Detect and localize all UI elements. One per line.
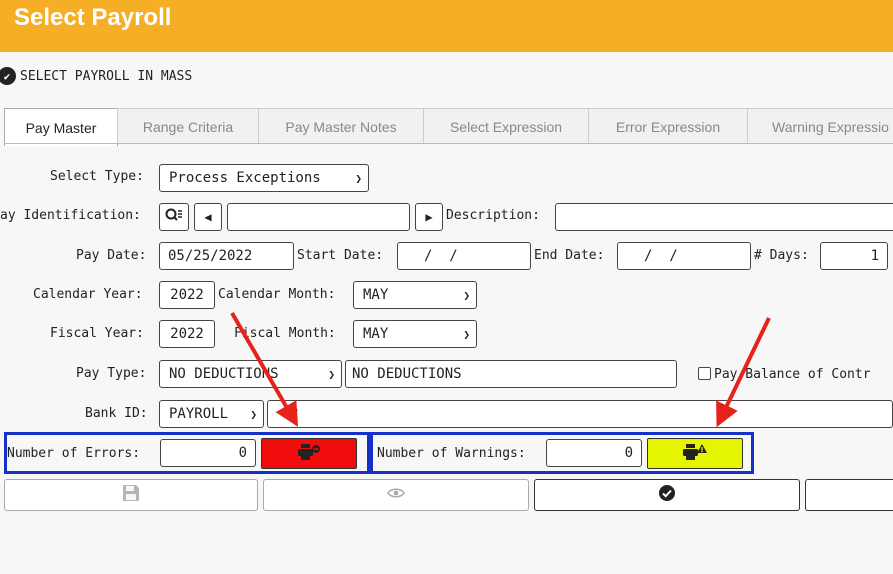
tab-range-criteria[interactable]: Range Criteria [117,108,259,144]
select-payroll-in-mass-label: SELECT PAYROLL IN MASS [20,68,193,84]
description-label: Description: [446,208,540,223]
tab-bar: Pay Master Range Criteria Pay Master Not… [4,108,893,146]
number-of-warnings-label: Number of Warnings: [377,446,526,461]
days-label: # Days: [754,248,809,263]
select-type-label: Select Type: [50,169,144,184]
pay-balance-label: Pay Balance of Contr [714,367,871,382]
window-title: Select Payroll [14,4,172,31]
fiscal-month-dropdown[interactable]: MAY ❯ [353,320,477,348]
days-input[interactable]: 1 [820,242,888,270]
fiscal-month-label: Fiscal Month: [234,326,336,341]
calendar-month-dropdown[interactable]: MAY ❯ [353,281,477,309]
end-date-label: End Date: [534,248,605,263]
chevron-down-icon: ❯ [463,327,470,341]
bank-id-dropdown[interactable]: PAYROLL ❯ [159,400,264,428]
save-button[interactable] [4,479,258,511]
print-errors-button[interactable] [261,438,357,469]
pay-balance-checkbox[interactable] [698,367,711,380]
lookup-search-button[interactable] [159,203,189,231]
fiscal-year-input[interactable]: 2022 [159,320,215,348]
previous-button[interactable]: ◀ [194,203,222,231]
calendar-month-value: MAY [363,287,389,303]
view-button[interactable] [263,479,529,511]
select-type-value: Process Exceptions [169,170,321,186]
calendar-year-label: Calendar Year: [33,287,143,302]
print-warnings-button[interactable] [647,438,743,469]
tab-error-expression[interactable]: Error Expression [588,108,748,144]
chevron-down-icon: ❯ [250,407,257,421]
save-icon [122,484,140,506]
tab-pay-master-notes[interactable]: Pay Master Notes [258,108,424,144]
select-payroll-in-mass-button[interactable]: ✔ SELECT PAYROLL IN MASS [0,62,192,90]
calendar-month-label: Calendar Month: [218,287,336,302]
check-circle-icon: ✔ [0,67,16,85]
eye-icon [387,487,405,503]
accept-button[interactable] [534,479,800,511]
start-date-label: Start Date: [297,248,384,263]
pay-type-description-input[interactable]: NO DEDUCTIONS [345,360,677,388]
pay-date-input[interactable]: 05/25/2022 [159,242,294,270]
pay-date-label: Pay Date: [76,248,147,263]
calendar-year-input[interactable]: 2022 [159,281,215,309]
end-date-input[interactable]: / / [617,242,751,270]
tab-pay-master[interactable]: Pay Master [4,108,118,146]
start-date-input[interactable]: / / [397,242,531,270]
number-of-errors-label: Number of Errors: [7,446,141,461]
print-warning-icon [682,443,708,465]
fiscal-year-label: Fiscal Year: [50,326,144,341]
description-input[interactable] [555,203,893,231]
chevron-down-icon: ❯ [355,171,362,185]
pay-type-dropdown[interactable]: NO DEDUCTIONS ❯ [159,360,342,388]
pay-type-label: Pay Type: [76,366,147,381]
more-button[interactable] [805,479,893,511]
caret-right-icon: ▶ [425,210,433,224]
title-bar: Select Payroll [0,0,893,52]
select-type-dropdown[interactable]: Process Exceptions ❯ [159,164,369,192]
chevron-down-icon: ❯ [463,288,470,302]
bank-description-input[interactable]: 92 [267,400,893,428]
print-error-icon [297,443,321,465]
bank-id-label: Bank ID: [85,406,148,421]
pay-type-value: NO DEDUCTIONS [169,366,279,382]
next-button[interactable]: ▶ [415,203,443,231]
tab-panel-border [4,143,893,144]
caret-left-icon: ◀ [204,210,212,224]
tab-warning-expression[interactable]: Warning Expressio [747,108,893,144]
number-of-errors-input[interactable]: 0 [160,439,256,467]
pay-identification-input[interactable] [227,203,410,231]
fiscal-month-value: MAY [363,326,389,342]
search-list-icon [165,208,183,227]
pay-identification-label: ay Identification: [0,208,141,223]
check-circle-icon [658,484,676,506]
tab-select-expression[interactable]: Select Expression [423,108,589,144]
bank-id-value: PAYROLL [169,406,229,422]
chevron-down-icon: ❯ [328,367,335,381]
number-of-warnings-input[interactable]: 0 [546,439,642,467]
